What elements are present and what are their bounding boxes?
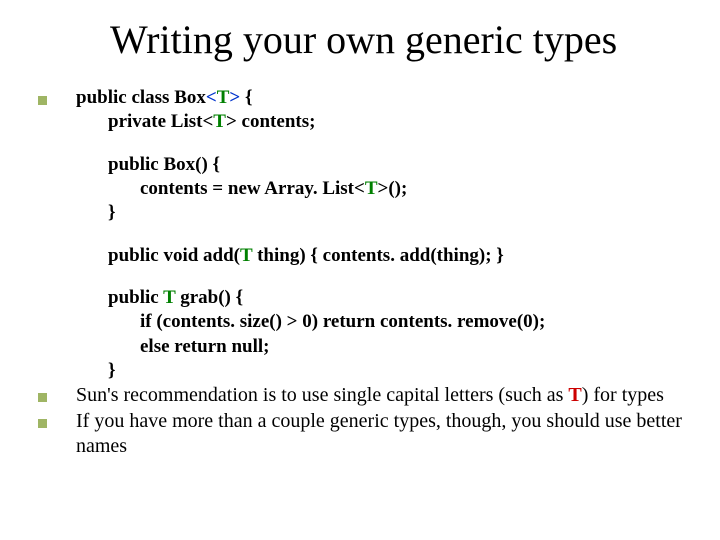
text: T	[568, 384, 581, 406]
code-text: else return null;	[140, 336, 269, 357]
spacer	[76, 226, 682, 244]
bullet-col	[38, 409, 76, 428]
slide-body: public class Box<T> { private List<T> co…	[38, 86, 682, 460]
spacer	[76, 135, 682, 153]
bullet-row: Sun's recommendation is to use single ca…	[38, 383, 682, 409]
code-text: grab() {	[175, 287, 243, 308]
code-text: }	[108, 202, 116, 223]
note-text: Sun's recommendation is to use single ca…	[76, 383, 682, 409]
code-text: T	[213, 111, 226, 132]
code-text: if (contents. size() > 0) return content…	[140, 311, 545, 332]
code-line: }	[76, 201, 682, 225]
code-line: public Box() {	[76, 153, 682, 177]
code-text: public void add(	[108, 245, 240, 266]
code-text: T	[163, 287, 175, 308]
code-text: public Box() {	[108, 154, 220, 175]
code-text: >();	[378, 178, 408, 199]
text: ) for types	[582, 384, 664, 406]
code-line: public T grab() {	[76, 286, 682, 310]
bullet-row: public class Box<T> { private List<T> co…	[38, 86, 682, 383]
slide-title: Writing your own generic types	[110, 16, 617, 63]
code-line: public void add(T thing) { contents. add…	[76, 244, 682, 268]
bullet-icon	[38, 96, 47, 105]
code-text: T	[240, 245, 252, 266]
code-text: {	[240, 87, 252, 108]
code-line: else return null;	[76, 335, 682, 359]
code-text: public	[108, 287, 163, 308]
code-text: thing) { contents. add(thing); }	[252, 245, 503, 266]
code-text: private List<	[108, 111, 213, 132]
spacer	[76, 268, 682, 286]
code-text: <	[206, 87, 217, 108]
code-text: public class Box	[76, 87, 206, 108]
code-text: >	[229, 87, 240, 108]
code-text: > contents;	[226, 111, 315, 132]
bullet-icon	[38, 419, 47, 428]
code-line: contents = new Array. List<T>();	[76, 177, 682, 201]
code-text: T	[365, 178, 378, 199]
bullet-row: If you have more than a couple generic t…	[38, 409, 682, 460]
code-line: private List<T> contents;	[76, 110, 682, 134]
code-text: contents = new Array. List<	[140, 178, 365, 199]
text: Sun's recommendation is to use single ca…	[76, 384, 568, 406]
slide: Writing your own generic types public cl…	[0, 0, 720, 540]
code-block: public class Box<T> { private List<T> co…	[76, 86, 682, 383]
bullet-icon	[38, 393, 47, 402]
code-line: }	[76, 359, 682, 383]
bullet-col	[38, 86, 76, 105]
code-line: public class Box<T> {	[76, 86, 682, 110]
code-text: T	[217, 87, 230, 108]
code-line: if (contents. size() > 0) return content…	[76, 310, 682, 334]
bullet-col	[38, 383, 76, 402]
note-text: If you have more than a couple generic t…	[76, 409, 682, 460]
code-text: }	[108, 360, 116, 381]
